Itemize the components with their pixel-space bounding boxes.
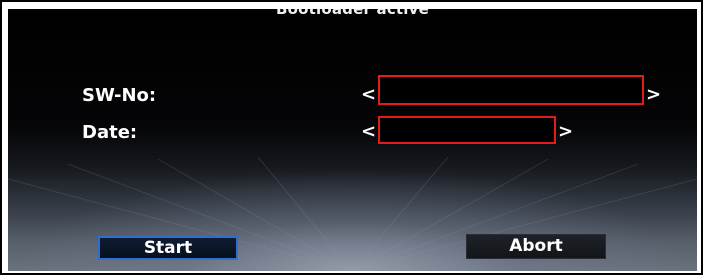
- start-button[interactable]: Start: [98, 236, 238, 260]
- screenshot-frame: Bootloader active SW-No: < > Date: < > S…: [0, 0, 703, 275]
- bootloader-screen: Bootloader active SW-No: < > Date: < > S…: [8, 9, 697, 271]
- date-value-redacted: [378, 116, 556, 144]
- bootloader-status-title: Bootloader active: [276, 9, 429, 18]
- date-close-bracket: >: [558, 121, 574, 142]
- sw-no-open-bracket: <: [361, 84, 377, 105]
- abort-button[interactable]: Abort: [466, 234, 606, 259]
- date-open-bracket: <: [361, 121, 377, 142]
- date-label: Date:: [82, 122, 138, 143]
- sw-no-value-redacted: [378, 75, 644, 105]
- sw-no-close-bracket: >: [646, 84, 662, 105]
- sw-no-label: SW-No:: [82, 85, 157, 106]
